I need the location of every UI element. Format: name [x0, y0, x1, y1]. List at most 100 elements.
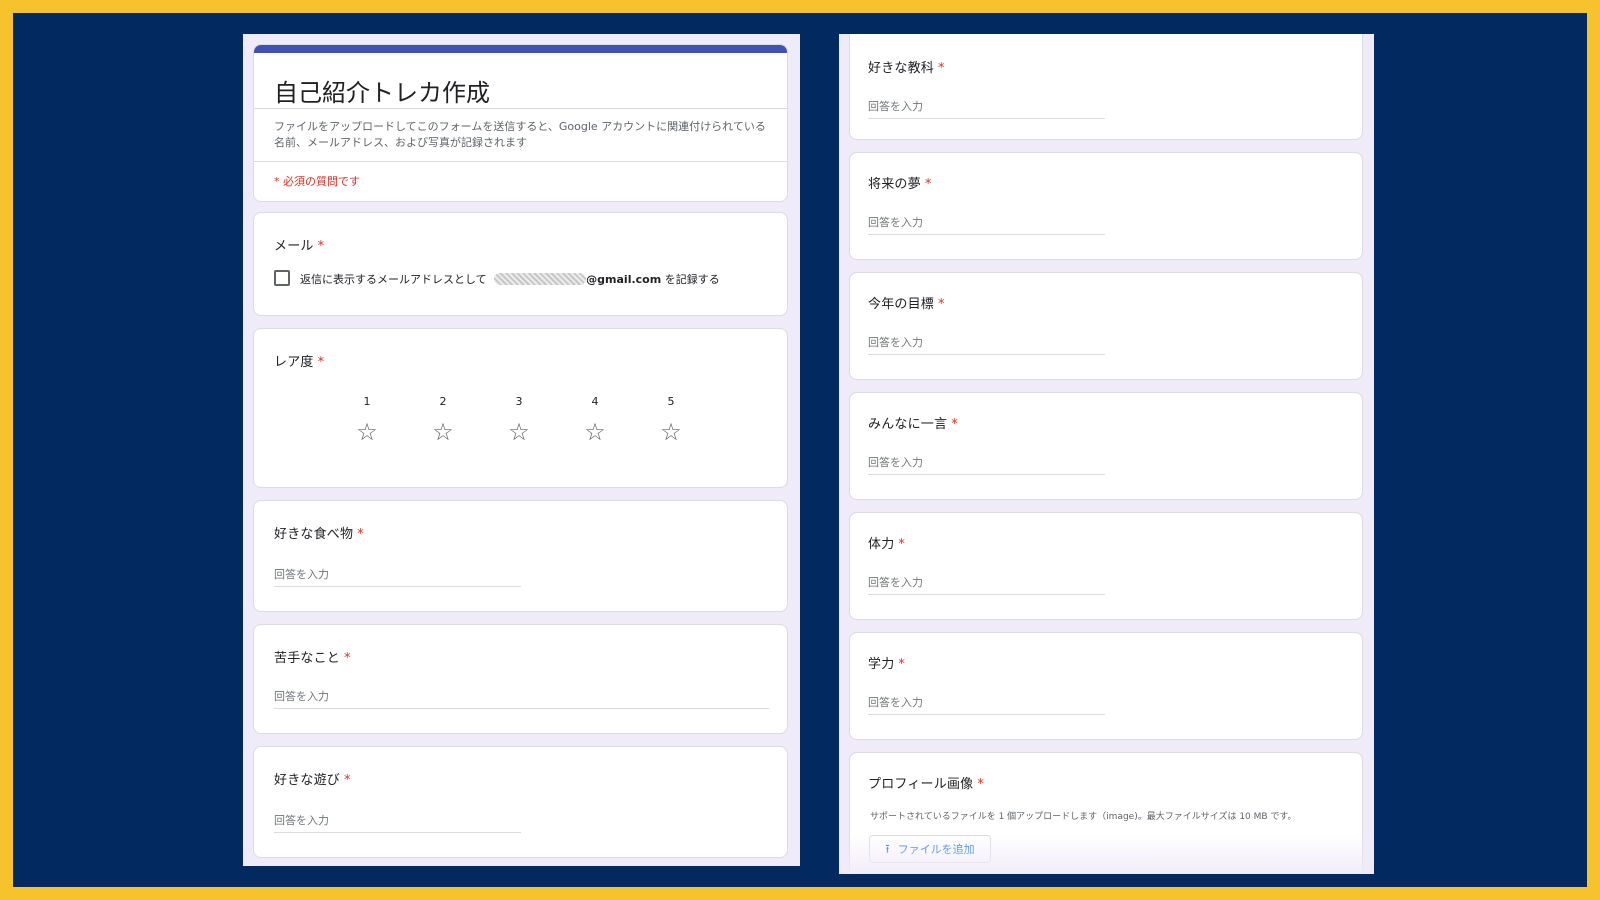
- answer-input[interactable]: [868, 451, 1105, 474]
- question-label: レア度: [274, 355, 314, 370]
- required-asterisk: *: [924, 177, 932, 192]
- required-asterisk: *: [344, 773, 351, 788]
- question-title: プロフィール画像 *: [868, 773, 984, 792]
- upload-icon: ⭱: [885, 842, 890, 856]
- question-label: 今年の目標: [868, 297, 935, 312]
- question-title: 苦手なこと *: [274, 647, 351, 666]
- star-outline-icon[interactable]: ☆: [347, 420, 387, 444]
- answer-field: [868, 331, 1105, 355]
- answer-field: [274, 685, 769, 709]
- answer-input[interactable]: [868, 331, 1105, 354]
- email-domain: @gmail.com: [586, 273, 662, 286]
- record-email-suffix: を記録する: [664, 273, 720, 286]
- rating-option-4[interactable]: 4 ☆: [575, 395, 615, 444]
- question-title: 今年の目標 *: [868, 293, 945, 312]
- rating-option-2[interactable]: 2 ☆: [423, 395, 463, 444]
- question-card-favorite-subject: 好きな教科 *: [849, 34, 1363, 140]
- answer-field: [274, 563, 521, 587]
- required-note: * 必須の質問です: [274, 175, 360, 188]
- rating-number: 2: [439, 395, 447, 408]
- form-title: 自己紹介トレカ作成: [274, 79, 490, 107]
- question-card-year-goal: 今年の目標 *: [849, 272, 1363, 380]
- required-asterisk: *: [898, 537, 906, 552]
- question-card-message: みんなに一言 *: [849, 392, 1363, 500]
- record-email-checkbox[interactable]: [274, 270, 290, 286]
- question-title: 好きな食べ物 *: [274, 523, 364, 542]
- required-asterisk: *: [317, 355, 325, 370]
- answer-input[interactable]: [868, 571, 1105, 594]
- blurred-email-user: [494, 273, 587, 285]
- answer-field: [868, 571, 1105, 595]
- divider: [254, 108, 787, 109]
- star-outline-icon[interactable]: ☆: [575, 420, 615, 444]
- answer-field: [868, 95, 1105, 119]
- rating-number: 4: [591, 395, 599, 408]
- question-title: 学力 *: [868, 653, 905, 672]
- rating-number: 3: [515, 395, 523, 408]
- required-asterisk: *: [357, 527, 364, 542]
- answer-input[interactable]: [868, 95, 1105, 118]
- answer-field: [868, 211, 1105, 235]
- question-label: みんなに一言: [868, 417, 948, 432]
- question-card-favorite-play: 好きな遊び *: [253, 746, 788, 858]
- record-email-prefix: 返信に表示するメールアドレスとして: [300, 273, 487, 286]
- required-asterisk: *: [317, 239, 325, 254]
- required-asterisk: *: [938, 297, 945, 312]
- answer-input[interactable]: [868, 211, 1105, 234]
- question-title: メール *: [274, 235, 324, 254]
- question-label: メール: [274, 239, 314, 254]
- question-label: プロフィール画像: [868, 777, 974, 792]
- add-file-label: ファイルを追加: [897, 843, 975, 856]
- account-notice: ファイルをアップロードしてこのフォームを送信すると、Google アカウントに関…: [274, 120, 766, 149]
- answer-input[interactable]: [274, 563, 521, 586]
- rating-number: 5: [667, 395, 675, 408]
- question-label: 好きな食べ物: [274, 527, 354, 542]
- rating-question-card: レア度 * 1 ☆ 2 ☆ 3 ☆ 4 ☆ 5 ☆: [253, 328, 788, 488]
- left-form-panel: 自己紹介トレカ作成 ファイルをアップロードしてこのフォームを送信すると、Goog…: [243, 34, 800, 866]
- answer-field: [274, 809, 521, 833]
- question-card-academics: 学力 *: [849, 632, 1363, 740]
- upload-support-text: サポートされているファイルを 1 個アップロードします（image)。最大ファイ…: [870, 812, 1297, 822]
- question-title: 好きな教科 *: [868, 57, 945, 76]
- required-asterisk: *: [951, 417, 958, 432]
- required-asterisk: *: [977, 777, 985, 792]
- email-question-card: メール * 返信に表示するメールアドレスとして @gmail.com を記録する: [253, 212, 788, 316]
- question-title: 将来の夢 *: [868, 173, 932, 192]
- question-label: 好きな遊び: [274, 773, 341, 788]
- rating-option-3[interactable]: 3 ☆: [499, 395, 539, 444]
- answer-input[interactable]: [274, 685, 769, 708]
- answer-input[interactable]: [274, 809, 521, 832]
- question-card-future-dream: 将来の夢 *: [849, 152, 1363, 260]
- answer-field: [868, 451, 1105, 475]
- required-asterisk: *: [898, 657, 906, 672]
- question-title: レア度 *: [274, 351, 324, 370]
- rating-number: 1: [363, 395, 371, 408]
- question-card-favorite-food: 好きな食べ物 *: [253, 500, 788, 612]
- star-outline-icon[interactable]: ☆: [423, 420, 463, 444]
- form-header-card: 自己紹介トレカ作成 ファイルをアップロードしてこのフォームを送信すると、Goog…: [253, 44, 788, 202]
- required-asterisk: *: [938, 61, 945, 76]
- question-card-weak-point: 苦手なこと *: [253, 624, 788, 734]
- divider: [254, 161, 787, 162]
- rating-option-1[interactable]: 1 ☆: [347, 395, 387, 444]
- question-label: 学力: [868, 657, 895, 672]
- rating-option-5[interactable]: 5 ☆: [651, 395, 691, 444]
- record-email-label[interactable]: 返信に表示するメールアドレスとして @gmail.com を記録する: [300, 271, 720, 287]
- question-card-profile-image: プロフィール画像 * サポートされているファイルを 1 個アップロードします（im…: [849, 752, 1363, 874]
- question-label: 好きな教科: [868, 61, 935, 76]
- right-form-panel: 好きな教科* 将来の夢* 今年の目標* みんなに一言* 体力*: [839, 34, 1374, 874]
- question-title: 体力 *: [868, 533, 905, 552]
- question-label: 体力: [868, 537, 895, 552]
- header-accent-bar: [254, 45, 787, 53]
- star-outline-icon[interactable]: ☆: [499, 420, 539, 444]
- add-file-button[interactable]: ⭱ ファイルを追加: [869, 835, 991, 863]
- question-label: 苦手なこと: [274, 651, 341, 666]
- question-title: 好きな遊び *: [274, 769, 351, 788]
- question-title: みんなに一言 *: [868, 413, 958, 432]
- required-asterisk: *: [344, 651, 351, 666]
- answer-input[interactable]: [868, 691, 1105, 714]
- star-outline-icon[interactable]: ☆: [651, 420, 691, 444]
- question-label: 将来の夢: [868, 177, 921, 192]
- answer-field: [868, 691, 1105, 715]
- question-card-stamina: 体力 *: [849, 512, 1363, 620]
